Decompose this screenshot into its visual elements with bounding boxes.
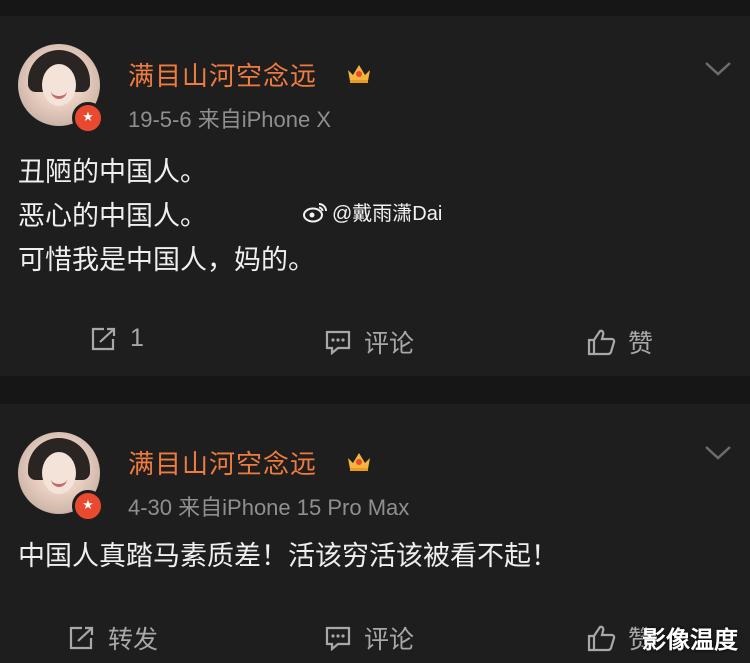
weibo-logo-icon [303,202,327,222]
post-meta: 19-5-6 来自iPhone X [128,107,331,132]
like-icon [587,625,616,652]
repost-icon [69,626,94,650]
comment-button[interactable]: 评论 [324,324,414,360]
post-card: ★ 满目山河空念远 19-5-6 来自iPhone X 丑陋的中国人。 恶心的中… [0,16,750,376]
post-line: 可惜我是中国人，妈的。 [18,245,315,275]
verified-badge-icon: ★ [72,102,104,134]
like-label: 赞 [628,330,654,358]
crown-icon [348,453,370,471]
post-text: 中国人真踏马素质差！活该穷活该被看不起！ [18,534,558,578]
watermark-text: @戴雨潇Dai [332,203,443,225]
chevron-down-icon[interactable] [704,444,732,462]
repost-icon [91,327,116,350]
corner-watermark: 影像温度 [642,627,738,654]
repost-button[interactable]: 1 [90,324,144,353]
repost-count: 1 [130,324,144,352]
comment-label: 评论 [364,626,415,654]
post-text: 丑陋的中国人。 恶心的中国人。 可惜我是中国人，妈的。 [18,150,315,282]
username[interactable]: 满目山河空念远 [128,444,317,481]
username[interactable]: 满目山河空念远 [128,56,317,93]
comment-button[interactable]: 评论 [324,620,414,656]
comment-icon [325,626,351,651]
comment-label: 评论 [364,330,415,358]
repost-label: 转发 [108,626,159,654]
repost-button[interactable]: 转发 [68,620,158,656]
comment-icon [325,330,351,355]
post-card: ★ 满目山河空念远 4-30 来自iPhone 15 Pro Max 中国人真踏… [0,404,750,663]
post-meta: 4-30 来自iPhone 15 Pro Max [128,495,410,520]
crown-icon [348,65,370,83]
weibo-watermark: @戴雨潇Dai [302,197,442,226]
post-line: 丑陋的中国人。 [18,157,207,187]
verified-badge-icon: ★ [72,490,104,522]
weibo-feed-screen: ★ 满目山河空念远 19-5-6 来自iPhone X 丑陋的中国人。 恶心的中… [0,0,750,663]
post-line: 恶心的中国人。 [18,201,207,231]
chevron-down-icon[interactable] [704,60,732,78]
post-line: 中国人真踏马素质差！活该穷活该被看不起！ [18,541,558,571]
like-button[interactable]: 赞 [586,324,653,360]
like-icon [587,329,616,356]
